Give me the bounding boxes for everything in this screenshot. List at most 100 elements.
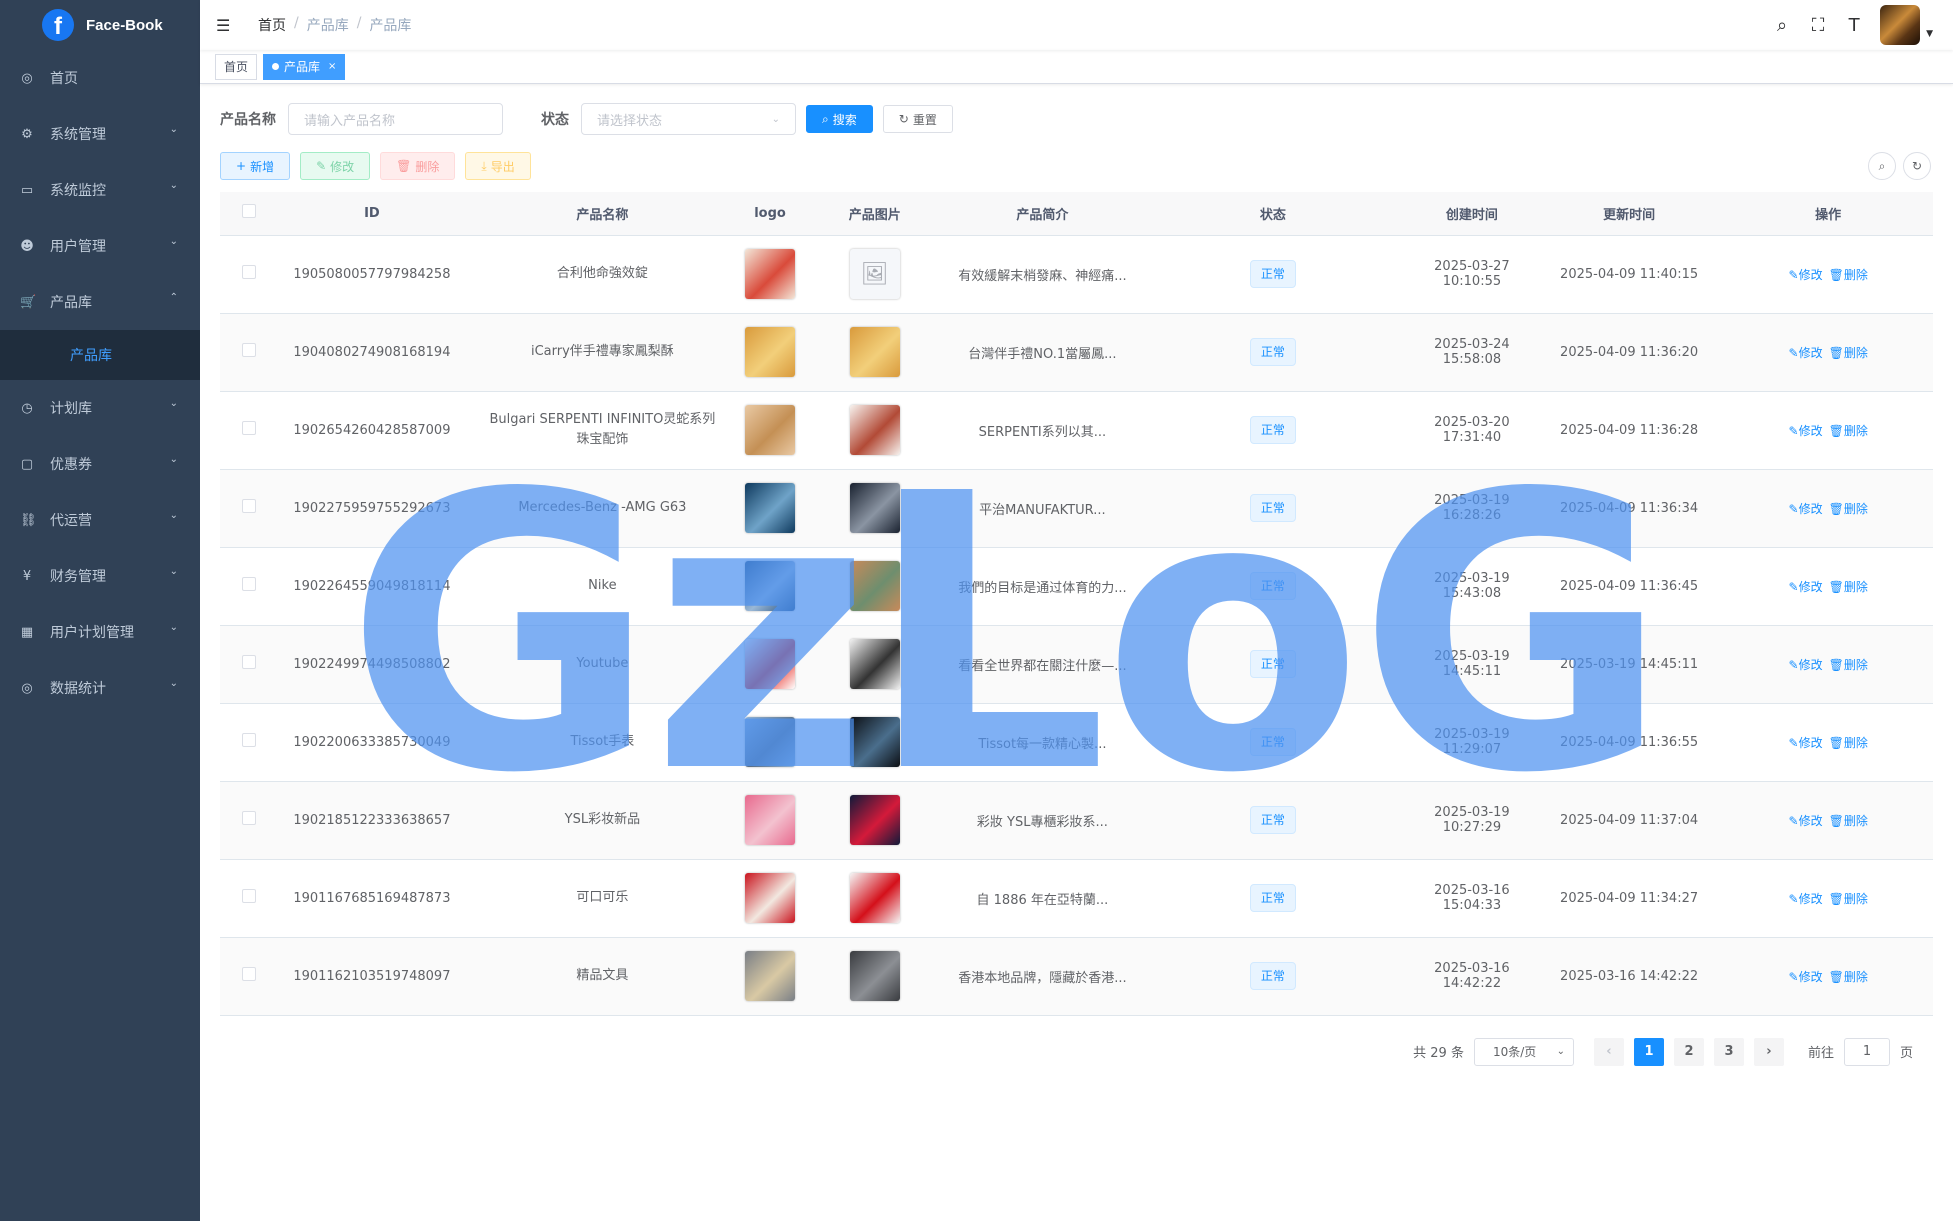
row-edit-button[interactable]: ✎修改	[1789, 970, 1823, 984]
product-logo-image[interactable]	[745, 405, 795, 455]
row-edit-button[interactable]: ✎修改	[1789, 580, 1823, 594]
product-logo-image[interactable]	[745, 327, 795, 377]
hamburger-icon[interactable]: ☰	[216, 16, 234, 35]
row-delete-button[interactable]: 🗑删除	[1829, 580, 1868, 594]
page-button[interactable]: 3	[1713, 1037, 1744, 1066]
select-cell[interactable]	[220, 469, 278, 548]
product-image[interactable]	[849, 873, 900, 923]
row-delete-button[interactable]: 🗑删除	[1829, 892, 1868, 906]
sidebar-item[interactable]: ⛓ 代运营 ⌄	[0, 492, 200, 548]
row-edit-button[interactable]: ✎修改	[1789, 424, 1823, 438]
row-checkbox[interactable]	[241, 967, 256, 981]
row-delete-button[interactable]: 🗑删除	[1829, 658, 1868, 672]
select-all-checkbox[interactable]	[241, 204, 256, 219]
product-image[interactable]	[849, 795, 900, 845]
row-edit-button[interactable]: ✎修改	[1789, 658, 1823, 672]
sidebar-subitem-active[interactable]: 产品库	[0, 330, 200, 380]
row-delete-button[interactable]: 🗑删除	[1829, 736, 1868, 750]
sidebar-item[interactable]: ◷ 计划库 ⌄	[0, 380, 200, 436]
table-row[interactable]: 1901167685169487873 可口可乐 自 1886 年在亞特蘭... 正常…	[220, 859, 1933, 938]
product-image[interactable]	[849, 717, 900, 767]
caret-down-icon[interactable]: ▼	[1926, 29, 1933, 39]
tag-home[interactable]: 首页	[215, 53, 258, 80]
table-row[interactable]: 1904080274908168194 iCarry伴手禮專家鳳梨酥 台灣伴手禮NO…	[220, 313, 1933, 392]
row-delete-button[interactable]: 🗑删除	[1829, 268, 1868, 282]
row-edit-button[interactable]: ✎修改	[1789, 892, 1823, 906]
sidebar-item[interactable]: ▭ 系统监控 ⌄	[0, 162, 200, 218]
select-cell[interactable]	[220, 625, 278, 704]
row-checkbox[interactable]	[241, 655, 256, 669]
product-logo-image[interactable]	[745, 561, 795, 611]
row-checkbox[interactable]	[241, 421, 256, 435]
product-image[interactable]	[849, 561, 900, 611]
edit-button[interactable]: ✎ 修改	[300, 152, 371, 180]
table-row[interactable]: 1902249974498508802 Youtube 看看全世界都在關注什麼—..…	[220, 625, 1933, 704]
product-logo-image[interactable]	[745, 483, 795, 533]
app-logo[interactable]: f Face-Book	[0, 0, 200, 50]
next-page-button[interactable]: ›	[1753, 1037, 1784, 1066]
table-row[interactable]: 1902264559049818114 Nike 我們的目标是通过体育的力... 正常…	[220, 547, 1933, 626]
row-edit-button[interactable]: ✎修改	[1789, 814, 1823, 828]
row-checkbox[interactable]	[241, 811, 256, 825]
product-logo-image[interactable]	[745, 873, 795, 923]
row-checkbox[interactable]	[241, 577, 256, 591]
table-row[interactable]: 1905080057797984258 合利他命強效錠 🖼 有效緩解末梢發麻、神經痛.…	[220, 235, 1933, 314]
row-checkbox[interactable]	[241, 265, 256, 279]
product-logo-image[interactable]	[745, 717, 795, 767]
sidebar-item[interactable]: ¥ 财务管理 ⌄	[0, 548, 200, 604]
export-button[interactable]: ⤓ 导出	[465, 152, 531, 180]
row-edit-button[interactable]: ✎修改	[1789, 268, 1823, 282]
select-cell[interactable]	[220, 547, 278, 626]
sidebar-item[interactable]: ◎ 数据统计 ⌄	[0, 660, 200, 716]
row-edit-button[interactable]: ✎修改	[1789, 502, 1823, 516]
page-button[interactable]: 1	[1633, 1037, 1664, 1066]
row-edit-button[interactable]: ✎修改	[1789, 346, 1823, 360]
table-row[interactable]: 1901162103519748097 精品文具 香港本地品牌，隱藏於香港... 正常…	[220, 937, 1933, 1016]
select-cell[interactable]	[220, 703, 278, 782]
row-checkbox[interactable]	[241, 733, 256, 747]
row-checkbox[interactable]	[241, 499, 256, 513]
page-size-select[interactable]: 10条/页 ⌄	[1473, 1037, 1574, 1066]
tag-active[interactable]: 产品库 ×	[263, 53, 346, 80]
table-row[interactable]: 1902200633385730049 Tissot手表 Tissot每一款精心製.…	[220, 703, 1933, 782]
page-button[interactable]: 2	[1673, 1037, 1704, 1066]
product-logo-image[interactable]	[745, 795, 795, 845]
status-select[interactable]: 请选择状态 ⌄	[581, 103, 796, 135]
table-row[interactable]: 1902654260428587009 Bulgari SERPENTI INFI…	[220, 391, 1933, 470]
product-logo-image[interactable]	[745, 249, 795, 299]
select-cell[interactable]	[220, 859, 278, 938]
sidebar-item[interactable]: ▢ 优惠券 ⌄	[0, 436, 200, 492]
add-button[interactable]: + 新增	[220, 152, 291, 180]
table-row[interactable]: 1902185122333638657 YSL彩妆新品 彩妝 YSL專櫃彩妝系...…	[220, 781, 1933, 860]
product-image[interactable]	[849, 327, 900, 377]
product-logo-image[interactable]	[745, 639, 795, 689]
select-cell[interactable]	[220, 391, 278, 470]
product-logo-image[interactable]	[745, 951, 795, 1001]
sidebar-item[interactable]: ⚙ 系统管理 ⌄	[0, 106, 200, 162]
product-image[interactable]	[849, 405, 900, 455]
font-size-icon[interactable]: T	[1844, 15, 1864, 36]
row-delete-button[interactable]: 🗑删除	[1829, 502, 1868, 516]
select-cell[interactable]	[220, 937, 278, 1016]
product-image[interactable]	[849, 483, 900, 533]
select-cell[interactable]	[220, 235, 278, 314]
toggle-search-button[interactable]: ⌕	[1868, 152, 1896, 180]
row-delete-button[interactable]: 🗑删除	[1829, 424, 1868, 438]
product-image[interactable]	[849, 951, 900, 1001]
row-checkbox[interactable]	[241, 343, 256, 357]
row-checkbox[interactable]	[241, 889, 256, 903]
product-name-input[interactable]: 请输入产品名称	[288, 103, 503, 135]
search-icon[interactable]: ⌕	[1772, 15, 1792, 36]
table-row[interactable]: 1902275959755292673 Mercedes-Benz -AMG G6…	[220, 469, 1933, 548]
delete-button[interactable]: 🗑 删除	[380, 152, 456, 180]
product-image[interactable]	[849, 639, 900, 689]
fullscreen-icon[interactable]: ⛶	[1808, 15, 1828, 36]
product-image[interactable]: 🖼	[849, 249, 900, 299]
goto-page-input[interactable]: 1	[1843, 1037, 1890, 1066]
avatar[interactable]	[1880, 5, 1921, 45]
sidebar-item[interactable]: ◎ 首页	[0, 50, 200, 106]
select-cell[interactable]	[220, 313, 278, 392]
row-edit-button[interactable]: ✎修改	[1789, 736, 1823, 750]
search-button[interactable]: ⌕ 搜索	[806, 105, 873, 133]
sidebar-item[interactable]: 🛒 产品库 ⌃	[0, 274, 200, 330]
